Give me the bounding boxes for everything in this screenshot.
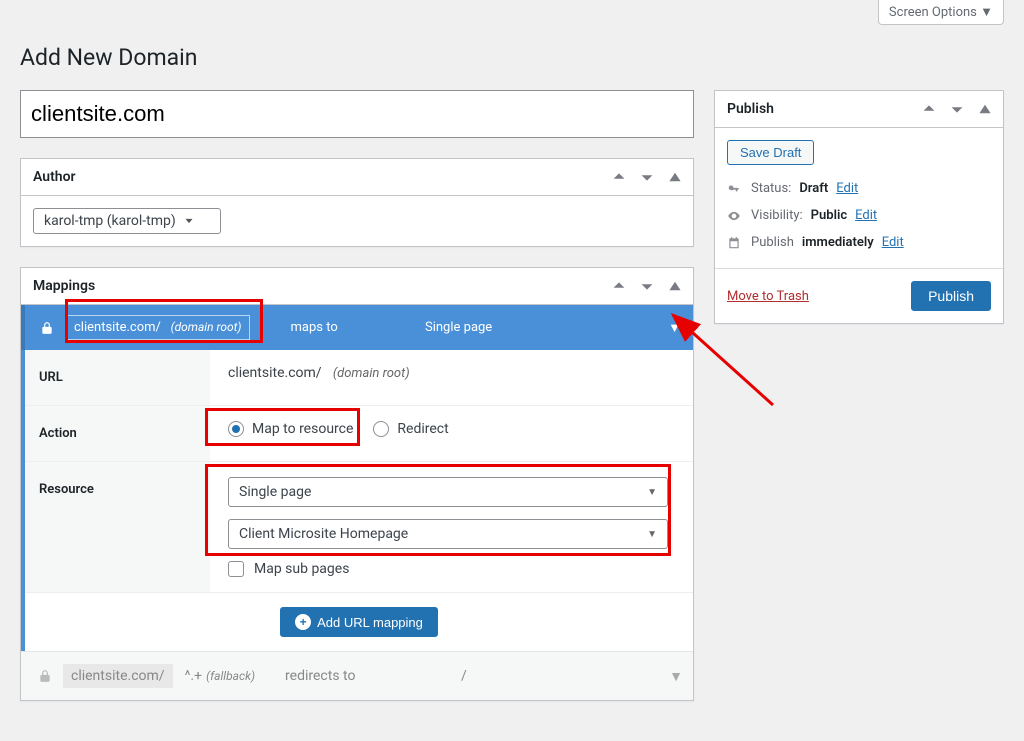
schedule-prefix: Publish xyxy=(751,235,794,250)
fallback-redirects-label: redirects to xyxy=(285,668,355,684)
screen-options-label: Screen Options xyxy=(889,5,977,20)
move-down-icon[interactable] xyxy=(943,91,971,127)
toggle-panel-icon[interactable] xyxy=(971,91,999,127)
action-field-label: Action xyxy=(25,406,210,461)
domain-title-input[interactable] xyxy=(20,90,694,138)
resource-type-value: Single page xyxy=(239,484,311,500)
move-down-icon[interactable] xyxy=(633,159,661,195)
edit-schedule-link[interactable]: Edit xyxy=(882,235,904,250)
radio-map-to-resource[interactable]: Map to resource xyxy=(228,421,353,437)
fallback-domain: clientsite.com/ xyxy=(63,664,173,688)
collapse-caret-icon[interactable]: ▼ xyxy=(668,320,681,336)
move-down-icon[interactable] xyxy=(633,268,661,304)
url-note: (domain root) xyxy=(333,366,410,381)
caret-down-icon: ▼ xyxy=(647,529,657,540)
author-select[interactable]: karol-tmp (karol-tmp) xyxy=(33,208,221,234)
screen-options-toggle[interactable]: Screen Options ▼ xyxy=(878,0,1004,25)
resource-item-value: Client Microsite Homepage xyxy=(239,526,408,542)
url-value: clientsite.com/ xyxy=(228,365,322,381)
author-panel-title: Author xyxy=(21,159,88,195)
save-draft-button[interactable]: Save Draft xyxy=(727,140,814,165)
mappings-panel: Mappings clientsite.com/ (domain root) xyxy=(20,267,694,701)
status-value: Draft xyxy=(799,181,828,196)
map-sub-pages-label: Map sub pages xyxy=(254,561,349,577)
radio-redirect[interactable]: Redirect xyxy=(373,421,448,437)
move-up-icon[interactable] xyxy=(605,159,633,195)
map-sub-pages-checkbox[interactable] xyxy=(228,561,244,577)
page-title: Add New Domain xyxy=(20,35,694,75)
lock-icon xyxy=(31,669,59,683)
mapping-resource-summary: Single page xyxy=(425,320,492,335)
fallback-mapping-row[interactable]: clientsite.com/ ^.+ (fallback) redirects… xyxy=(21,651,693,700)
radio-redirect-label: Redirect xyxy=(397,421,448,437)
mapping-domain-badge: clientsite.com/ (domain root) xyxy=(65,315,250,340)
add-url-mapping-button[interactable]: + Add URL mapping xyxy=(280,607,438,637)
caret-down-icon: ▼ xyxy=(647,487,657,498)
resource-type-select[interactable]: Single page ▼ xyxy=(228,477,668,507)
toggle-panel-icon[interactable] xyxy=(661,268,689,304)
chevron-down-icon xyxy=(182,214,196,228)
plus-circle-icon: + xyxy=(295,614,311,630)
mapping-domain: clientsite.com/ xyxy=(74,320,161,335)
add-url-mapping-label: Add URL mapping xyxy=(317,615,423,630)
publish-panel: Publish Save Draft Status: Dr xyxy=(714,90,1004,324)
lock-icon xyxy=(33,321,61,335)
fallback-target: / xyxy=(461,668,467,684)
move-to-trash-link[interactable]: Move to Trash xyxy=(727,289,809,304)
resource-item-select[interactable]: Client Microsite Homepage ▼ xyxy=(228,519,668,549)
fallback-note: (fallback) xyxy=(206,669,255,683)
status-label: Status: xyxy=(751,181,791,196)
schedule-value: immediately xyxy=(802,235,874,250)
toggle-panel-icon[interactable] xyxy=(661,159,689,195)
caret-down-icon[interactable]: ▼ xyxy=(669,668,683,685)
key-icon xyxy=(727,182,743,196)
publish-button[interactable]: Publish xyxy=(911,281,991,311)
radio-checked-icon xyxy=(228,421,244,437)
mapping-row-header[interactable]: clientsite.com/ (domain root) maps to Si… xyxy=(21,305,693,350)
edit-status-link[interactable]: Edit xyxy=(836,181,858,196)
mapping-domain-note: (domain root) xyxy=(171,320,242,334)
author-selected: karol-tmp (karol-tmp) xyxy=(44,213,176,229)
visibility-value: Public xyxy=(811,208,847,223)
resource-field-label: Resource xyxy=(25,462,210,592)
publish-panel-title: Publish xyxy=(715,91,786,127)
move-up-icon[interactable] xyxy=(915,91,943,127)
fallback-regex: ^.+ xyxy=(185,668,203,684)
author-panel: Author karol-tmp (karol-tmp) xyxy=(20,158,694,247)
url-field-label: URL xyxy=(25,350,210,405)
edit-visibility-link[interactable]: Edit xyxy=(855,208,877,223)
move-up-icon[interactable] xyxy=(605,268,633,304)
maps-to-label: maps to xyxy=(290,320,337,335)
eye-icon xyxy=(727,209,743,223)
visibility-label: Visibility: xyxy=(751,208,803,223)
caret-down-icon: ▼ xyxy=(980,5,993,20)
radio-unchecked-icon xyxy=(373,421,389,437)
calendar-icon xyxy=(727,236,743,250)
mappings-panel-title: Mappings xyxy=(21,268,107,304)
radio-map-label: Map to resource xyxy=(252,421,353,437)
